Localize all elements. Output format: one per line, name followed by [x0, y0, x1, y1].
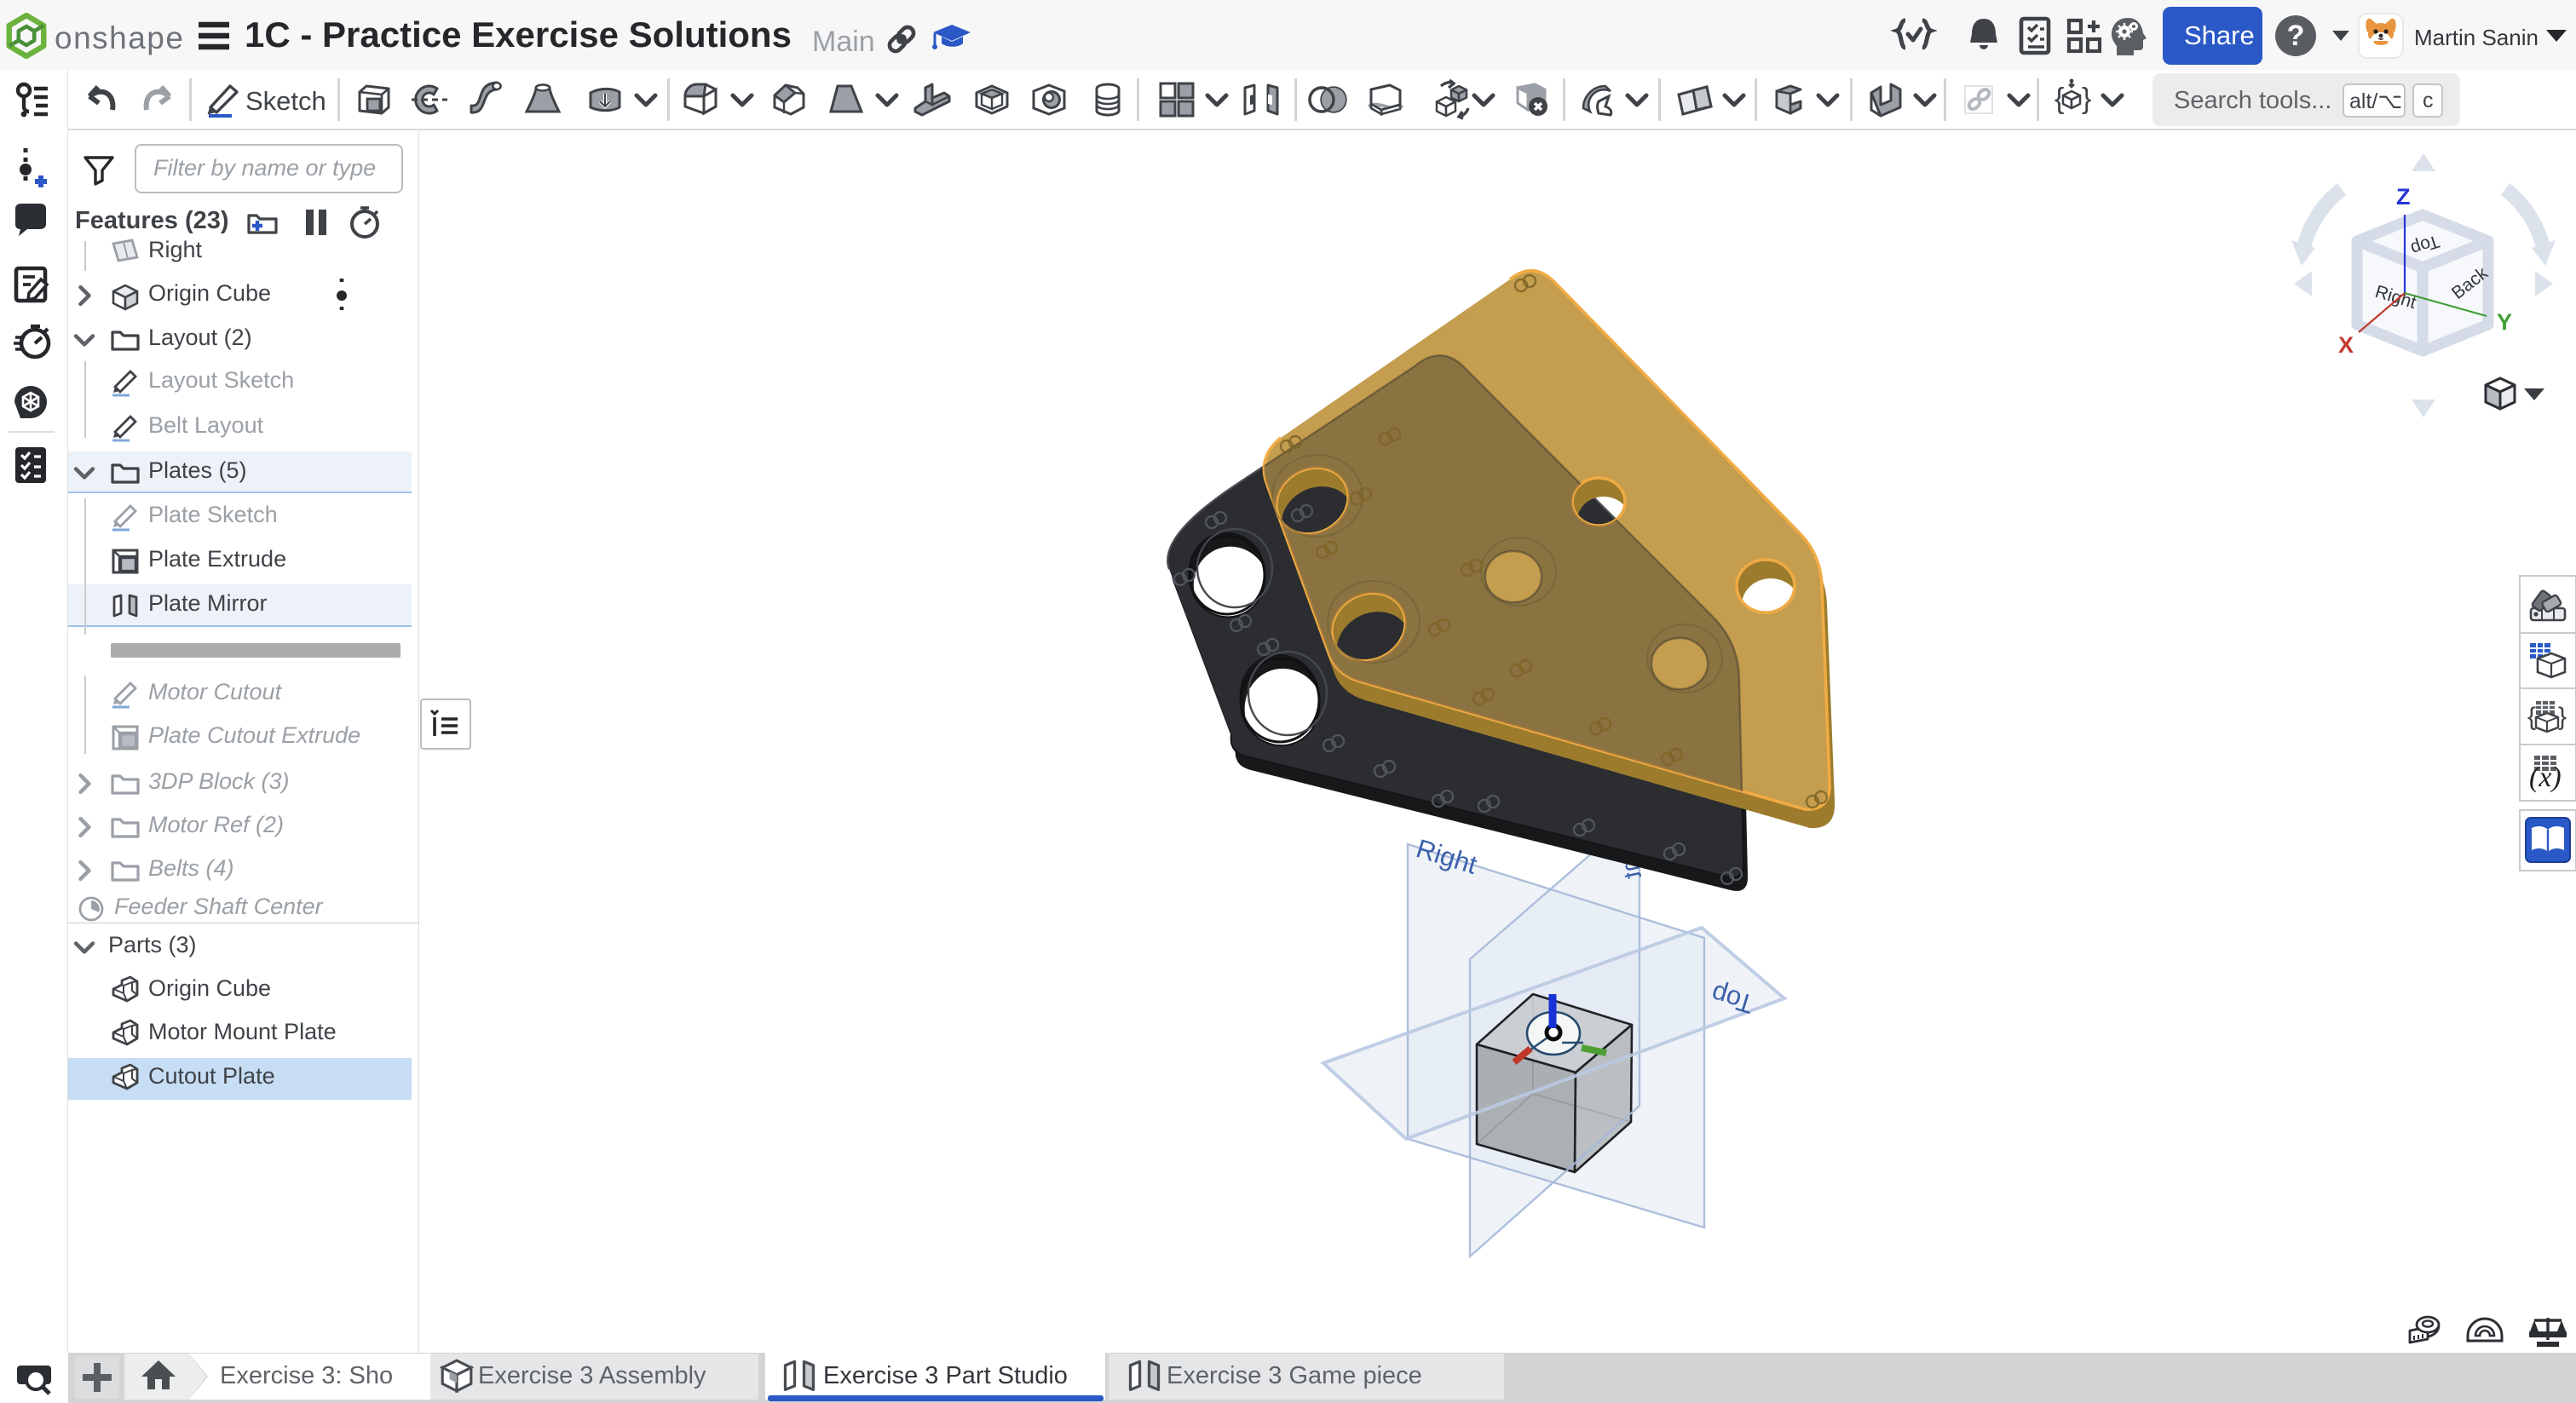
- svg-text:Back: Back: [2448, 263, 2492, 303]
- svg-text:Y: Y: [2497, 309, 2512, 335]
- svg-text:Z: Z: [2396, 184, 2411, 210]
- svg-text:Top: Top: [1708, 979, 1757, 1020]
- svg-text:{: {: [2527, 703, 2536, 731]
- svg-text:X: X: [2338, 332, 2354, 358]
- svg-text:(x): (x): [2529, 762, 2562, 793]
- svg-text:}: }: [2558, 703, 2567, 731]
- svg-text:Right: Right: [1413, 833, 1481, 880]
- svg-text:Top: Top: [2408, 231, 2441, 258]
- svg-text:Right: Right: [2373, 282, 2419, 313]
- svg-text:Front: Front: [1609, 819, 1647, 882]
